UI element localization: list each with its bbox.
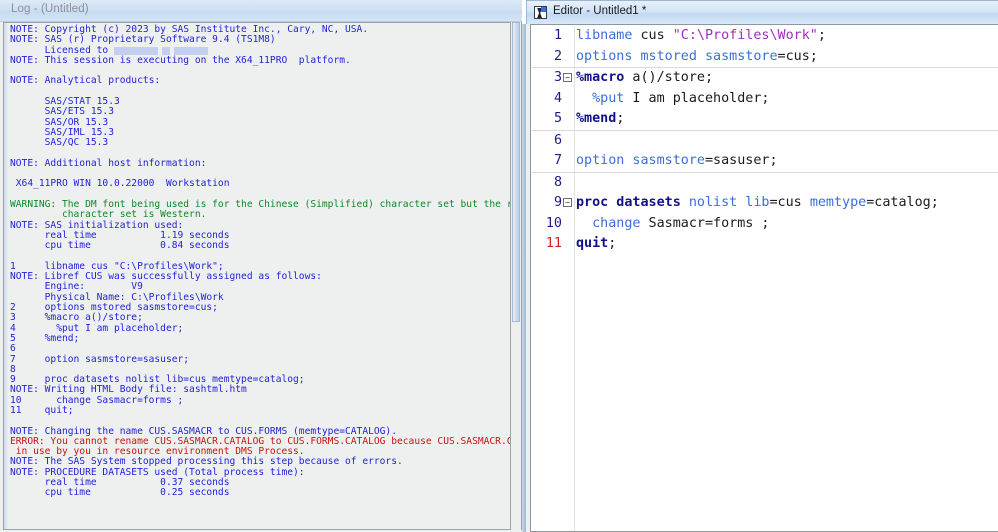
editor-line-text: option sasmstore=sasuser; <box>576 151 778 172</box>
editor-line-number: 9 <box>532 193 562 214</box>
editor-text-area[interactable]: 1 libname cus "C:\Profiles\Work"; 2 options… <box>530 24 998 532</box>
log-text-area[interactable]: NOTE: Copyright (c) 2023 by SAS Institut… <box>3 22 519 530</box>
code-token: a()/store; <box>624 70 713 85</box>
code-fold-toggle-icon[interactable]: − <box>563 198 572 207</box>
code-token: =cus <box>770 195 810 210</box>
code-token: quit <box>576 236 608 251</box>
code-token: option sasmstore <box>576 153 705 168</box>
editor-line-text <box>576 131 584 152</box>
code-token: proc datasets <box>576 195 681 210</box>
log-output-text: NOTE: Copyright (c) 2023 by SAS Institut… <box>10 25 517 499</box>
editor-line-text: %macro a()/store; <box>576 68 713 89</box>
log-scrollbar-thumb[interactable] <box>512 22 520 322</box>
log-line: 11 quit; <box>10 406 517 416</box>
editor-line-number: 7 <box>532 151 562 172</box>
editor-line-number: 8 <box>532 173 562 194</box>
sas-editor-icon <box>534 6 547 19</box>
editor-line[interactable]: 1 libname cus "C:\Profiles\Work"; <box>532 26 998 47</box>
log-line: 5 %mend; <box>10 334 517 344</box>
code-token: memtype <box>810 195 866 210</box>
editor-line-number: 2 <box>532 47 562 68</box>
log-window: Log - (Untitled) NOTE: Copyright (c) 202… <box>0 0 522 532</box>
editor-line-number: 3 <box>532 68 562 89</box>
editor-line-text: %put I am placeholder; <box>576 89 770 110</box>
editor-line[interactable]: 8 <box>532 173 998 194</box>
code-token: ; <box>616 111 624 126</box>
editor-line-number: 5 <box>532 109 562 130</box>
log-line: NOTE: Analytical products: <box>10 76 517 86</box>
log-line: 10 change Sasmacr=forms ; <box>10 396 517 406</box>
log-line: NOTE: Additional host information: <box>10 159 517 169</box>
editor-line[interactable]: 5 %mend; <box>532 109 998 131</box>
editor-window-title: Editor - Untitled1 * <box>553 5 646 17</box>
editor-line[interactable]: 3−%macro a()/store; <box>532 68 998 89</box>
editor-line-number: 1 <box>532 26 562 47</box>
editor-line-number: 6 <box>532 131 562 152</box>
editor-left-bevel <box>522 24 526 532</box>
editor-line[interactable]: 7 option sasmstore=sasuser; <box>532 151 998 173</box>
editor-line-text: quit; <box>576 234 616 255</box>
code-token <box>576 91 592 106</box>
editor-line[interactable]: 2 options mstored sasmstore=cus; <box>532 47 998 69</box>
editor-line-text: libname cus "C:\Profiles\Work"; <box>576 26 826 47</box>
code-token <box>576 216 592 231</box>
code-token: ; <box>818 28 826 43</box>
log-line: 4 %put I am placeholder; <box>10 324 517 334</box>
code-token: nolist lib <box>681 195 770 210</box>
code-fold-toggle-icon[interactable]: − <box>563 73 572 82</box>
log-line: cpu time 0.25 seconds <box>10 488 517 498</box>
sas-application-window: Log - (Untitled) NOTE: Copyright (c) 202… <box>0 0 998 532</box>
code-token: change <box>592 216 640 231</box>
code-token: %macro <box>576 70 624 85</box>
code-token: =cus; <box>778 49 818 64</box>
editor-line[interactable]: 10 change Sasmacr=forms ; <box>532 214 998 235</box>
code-token: =sasuser; <box>705 153 778 168</box>
code-token: Sasmacr=forms ; <box>641 216 770 231</box>
log-line: cpu time 0.84 seconds <box>10 241 517 251</box>
editor-line-text: change Sasmacr=forms ; <box>576 214 770 235</box>
editor-line[interactable]: 11 quit; <box>532 234 998 255</box>
log-window-title: Log - (Untitled) <box>11 3 89 15</box>
editor-line[interactable]: 9−proc datasets nolist lib=cus memtype=c… <box>532 193 998 214</box>
code-token: cus <box>632 28 672 43</box>
editor-line-number: 10 <box>532 214 562 235</box>
editor-line[interactable]: 6 <box>532 131 998 152</box>
editor-line-text <box>576 173 584 194</box>
editor-titlebar[interactable]: Editor - Untitled1 * <box>526 0 998 24</box>
log-line: NOTE: This session is executing on the X… <box>10 56 517 66</box>
code-token: libname <box>576 28 632 43</box>
code-token: options mstored sasmstore <box>576 49 778 64</box>
log-line: X64_11PRO WIN 10.0.22000 Workstation <box>10 179 517 189</box>
editor-window: Editor - Untitled1 * 1 libname cus "C:\Pr… <box>526 0 998 532</box>
editor-line-text: proc datasets nolist lib=cus memtype=cat… <box>576 193 939 214</box>
editor-line-text: %mend; <box>576 109 624 130</box>
editor-line-text: options mstored sasmstore=cus; <box>576 47 818 68</box>
code-token: %mend <box>576 111 616 126</box>
code-token: ; <box>608 236 616 251</box>
editor-line[interactable]: 4 %put I am placeholder; <box>532 89 998 110</box>
code-token: "C:\Profiles\Work" <box>673 28 818 43</box>
code-token: I am placeholder; <box>624 91 769 106</box>
editor-line-number: 11 <box>532 234 562 255</box>
log-line: 7 option sasmstore=sasuser; <box>10 355 517 365</box>
log-line: 6 <box>10 344 517 354</box>
editor-line-number: 4 <box>532 89 562 110</box>
editor-code-rows[interactable]: 1 libname cus "C:\Profiles\Work"; 2 options… <box>532 26 998 255</box>
code-token: %put <box>592 91 624 106</box>
log-vertical-scrollbar[interactable] <box>510 22 522 530</box>
log-titlebar[interactable]: Log - (Untitled) <box>0 0 522 22</box>
log-line: SAS/QC 15.3 <box>10 138 517 148</box>
log-left-bevel <box>4 23 8 529</box>
code-token: =catalog; <box>866 195 939 210</box>
